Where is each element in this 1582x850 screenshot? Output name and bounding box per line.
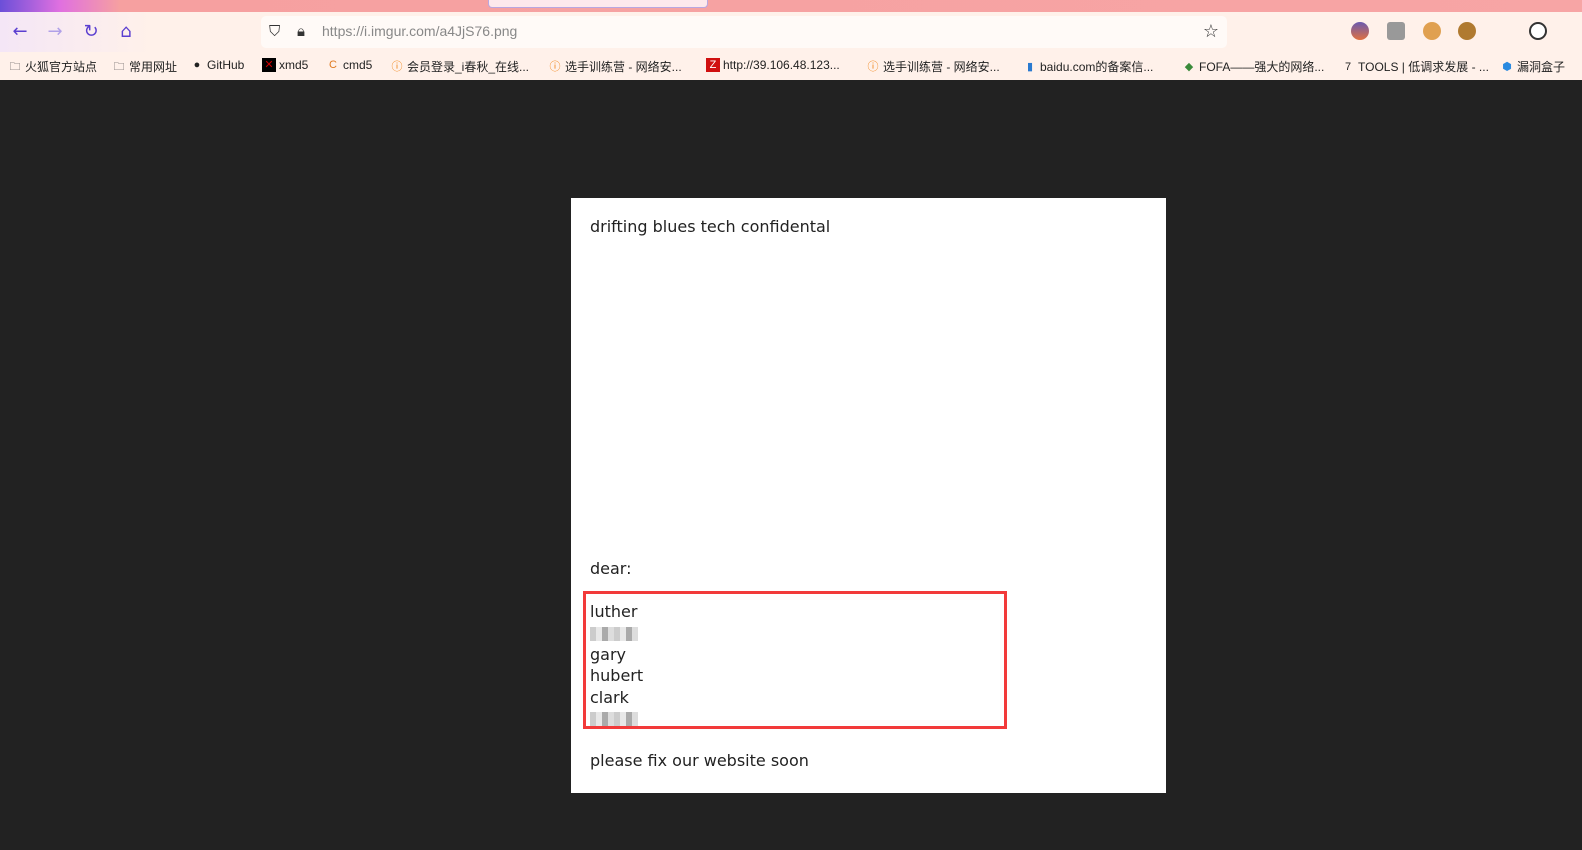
- extension-icon[interactable]: [1351, 22, 1369, 40]
- bookmark-item[interactable]: ⬢ 漏洞盒子: [1500, 58, 1565, 75]
- highlight-box: [583, 591, 1007, 729]
- closing-text: please fix our website soon: [590, 751, 809, 770]
- name: hubert: [590, 666, 644, 685]
- bookmark-item[interactable]: 🗀︎ 火狐官方站点: [8, 58, 98, 75]
- tab-bar: [0, 0, 1582, 12]
- cmd5-icon: C: [329, 59, 337, 71]
- extension-icon[interactable]: [1387, 22, 1405, 40]
- bookmark-label: 常用网址: [129, 60, 178, 74]
- bookmark-label: 会员登录_i春秋_在线...: [407, 60, 530, 74]
- bookmark-label: 漏洞盒子: [1517, 60, 1566, 74]
- vulbox-icon: ⬢: [1502, 60, 1512, 73]
- ichunqiu-icon: ⓘ: [549, 60, 561, 73]
- monkey-extension-icon[interactable]: [1458, 22, 1476, 40]
- ichunqiu-icon: ⓘ: [867, 60, 879, 73]
- bookmark-item[interactable]: ⓘ 选手训练营 - 网络安...: [548, 58, 682, 75]
- bookmark-item[interactable]: 🗀︎ 常用网址: [112, 58, 178, 75]
- bookmark-label: cmd5: [343, 58, 373, 72]
- shield-icon[interactable]: ⛉: [269, 22, 280, 40]
- bookmark-label: 选手训练营 - 网络安...: [883, 60, 1000, 74]
- cookie-icon[interactable]: [1529, 22, 1547, 40]
- name: clark: [590, 687, 629, 707]
- bookmark-item[interactable]: ⓘ 会员登录_i春秋_在线...: [390, 58, 530, 75]
- bookmark-label: xmd5: [279, 58, 309, 72]
- back-arrow-icon[interactable]: ←: [8, 20, 32, 44]
- bookmark-label: 火狐官方站点: [25, 60, 98, 74]
- bookmark-star-icon[interactable]: ☆: [1203, 21, 1219, 42]
- folder-icon: 🗀︎: [113, 60, 125, 73]
- bookmark-item[interactable]: Ccmd5: [326, 58, 372, 72]
- github-icon: ●: [193, 59, 201, 71]
- bookmark-item[interactable]: ● GitHub: [190, 58, 245, 72]
- bookmark-item[interactable]: ⓘ 选手训练营 - 网络安...: [866, 58, 1000, 75]
- bookmark-item[interactable]: ◆ FOFA——强大的网络...: [1182, 58, 1325, 75]
- z-icon: Z: [706, 58, 720, 72]
- name: gary: [590, 644, 627, 664]
- bookmark-label: 选手训练营 - 网络安...: [565, 60, 682, 74]
- bookmark-label: FOFA——强大的网络...: [1199, 60, 1325, 74]
- image-document: drifting blues tech confidental dear: lu…: [571, 198, 1166, 793]
- xmd5-icon: ✕: [262, 58, 276, 72]
- folder-icon: 🗀︎: [9, 60, 21, 73]
- document-title: drifting blues tech confidental: [590, 217, 831, 236]
- ichunqiu-icon: ⓘ: [391, 60, 403, 73]
- lock-icon[interactable]: 🔒︎: [297, 22, 305, 40]
- bookmarks-bar: 🗀︎ 火狐官方站点 🗀︎ 常用网址 ● GitHub ✕ xmd5 Ccmd5 ⓘ 会员登录_i春秋…: [0, 52, 1582, 80]
- bookmark-label: GitHub: [207, 58, 245, 72]
- baidu-icon: ▮: [1026, 60, 1034, 73]
- navigation-toolbar: ← → ↻ ⌂ ⛉ 🔒︎ https://i.imgur.com/a4JjS76…: [0, 12, 1582, 52]
- redacted-name: [590, 712, 638, 726]
- bookmark-item[interactable]: 7 TOOLS | 低调求发展 - ...: [1341, 58, 1489, 75]
- reload-icon[interactable]: ↻: [79, 20, 103, 44]
- bookmark-label: http://39.106.48.123...: [723, 58, 840, 72]
- names-list: luther gary hubert clark: [590, 601, 643, 729]
- active-tab[interactable]: [488, 0, 708, 8]
- fofa-icon: ◆: [1184, 60, 1194, 73]
- bookmark-item[interactable]: Zhttp://39.106.48.123...: [706, 58, 840, 72]
- home-icon[interactable]: ⌂: [114, 20, 138, 44]
- greeting: dear:: [590, 559, 632, 578]
- forward-arrow-icon[interactable]: →: [43, 20, 67, 44]
- url-text[interactable]: https://i.imgur.com/a4JjS76.png: [322, 23, 517, 39]
- redacted-name: [590, 626, 638, 641]
- bookmark-label: baidu.com的备案信...: [1040, 60, 1154, 74]
- name: luther: [590, 602, 638, 621]
- bookmark-item[interactable]: ▮ baidu.com的备案信...: [1023, 58, 1153, 75]
- bookmark-item[interactable]: ✕ xmd5: [262, 58, 308, 72]
- tools-icon: 7: [1344, 60, 1352, 73]
- url-bar[interactable]: ⛉ 🔒︎ https://i.imgur.com/a4JjS76.png ☆: [261, 16, 1227, 48]
- extension-icon[interactable]: [1423, 22, 1441, 40]
- bookmark-label: TOOLS | 低调求发展 - ...: [1358, 60, 1489, 74]
